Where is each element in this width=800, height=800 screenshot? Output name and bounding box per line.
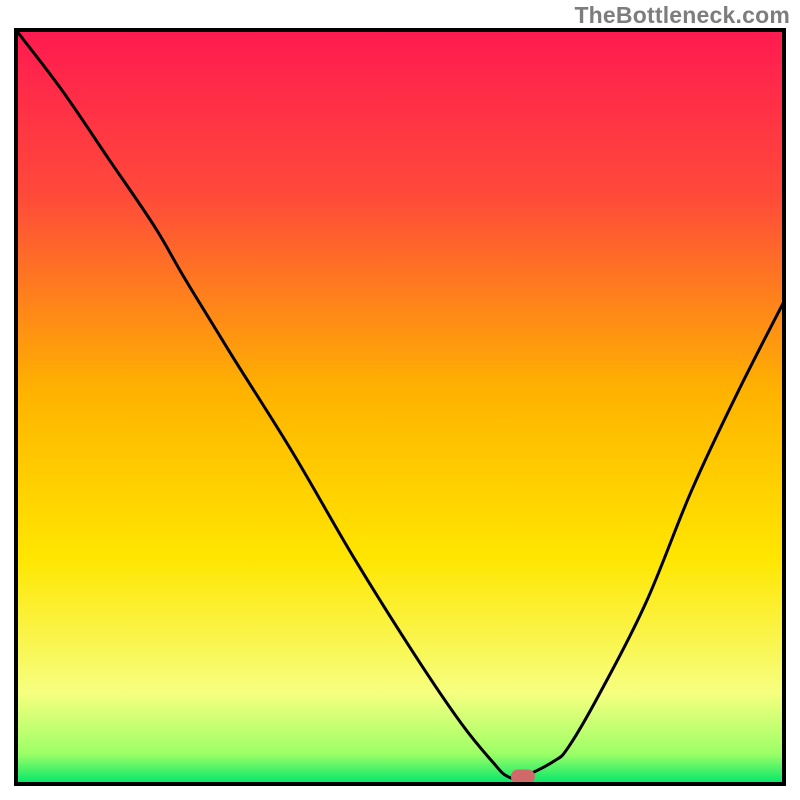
plot-area [16,30,784,784]
bottleneck-chart [0,0,800,800]
gradient-background [16,30,784,784]
optimal-marker-pill [511,769,535,783]
optimal-marker [511,769,535,783]
watermark-text: TheBottleneck.com [574,2,790,29]
chart-wrapper: { "watermark": "TheBottleneck.com", "cha… [0,0,800,800]
